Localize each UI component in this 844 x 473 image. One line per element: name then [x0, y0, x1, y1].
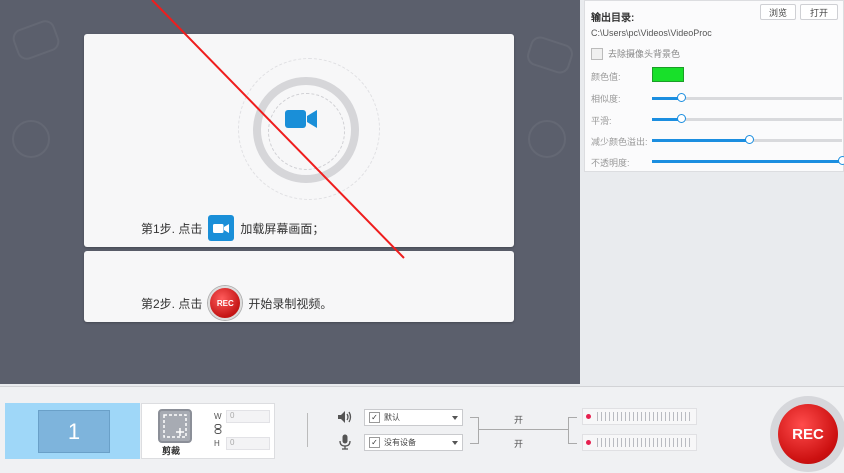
opacity-label: 不透明度: [591, 158, 630, 168]
reduce-color-slider[interactable] [652, 135, 842, 144]
background-decoration [528, 120, 566, 158]
remove-background-checkbox[interactable] [591, 47, 603, 60]
smooth-slider[interactable] [652, 114, 842, 123]
screen-thumbnail[interactable]: 1 [38, 410, 110, 453]
link-icon[interactable] [214, 424, 222, 436]
step-1-instruction: 第1步. 点击 加载屏幕画面； [141, 215, 324, 241]
step-2-prefix: 第2步. 点击 [141, 296, 203, 311]
crop-icon[interactable] [158, 409, 192, 443]
mic-level-dot [586, 440, 591, 445]
screen-selector[interactable]: 1 [5, 403, 140, 459]
open-button[interactable]: 打开 [800, 4, 838, 20]
crop-label: 剪裁 [162, 446, 181, 456]
reduce-color-fill [652, 139, 749, 142]
step-1-prefix: 第1步. 点击 [141, 221, 203, 236]
mic-state[interactable]: 开 [514, 437, 523, 450]
step-2-instruction: 第2步. 点击 REC 开始录制视频。 [141, 286, 332, 320]
load-screen-card[interactable]: 第1步. 点击 加载屏幕画面； [84, 34, 514, 247]
smooth-handle[interactable] [676, 114, 686, 123]
similarity-label: 相似度: [591, 94, 621, 104]
connector-line [478, 429, 568, 430]
height-label: H [214, 439, 220, 448]
audio-state[interactable]: 开 [514, 413, 523, 426]
browse-button[interactable]: 浏览 [760, 4, 796, 20]
output-path: C:\Users\pc\Videos\VideoProc [591, 28, 712, 38]
opacity-slider[interactable] [652, 156, 844, 165]
mic-device-checkbox[interactable]: ✓ [369, 437, 380, 448]
bracket-connector [568, 417, 577, 444]
mic-device-value: 没有设备 [384, 438, 416, 447]
record-button-label[interactable]: REC [778, 404, 838, 464]
audio-level-meter [582, 408, 697, 425]
color-label: 颜色值: [591, 72, 621, 82]
chevron-down-icon [452, 416, 458, 420]
chevron-down-icon [452, 441, 458, 445]
mic-device-select[interactable]: ✓ 没有设备 [364, 434, 463, 451]
video-camera-icon[interactable] [285, 108, 317, 133]
video-camera-icon[interactable] [208, 215, 235, 241]
speaker-icon[interactable] [337, 409, 353, 425]
microphone-icon[interactable] [337, 434, 353, 450]
background-decoration [12, 120, 50, 158]
reduce-color-handle[interactable] [744, 135, 754, 144]
record-button[interactable]: REC [770, 396, 844, 472]
bracket-connector [470, 417, 479, 444]
rec-icon[interactable]: REC [208, 286, 243, 320]
step-1-suffix: 加载屏幕画面； [240, 221, 325, 236]
crop-panel: 剪裁 W 0 H 0 [141, 403, 275, 459]
step-2-suffix: 开始录制视频。 [248, 296, 333, 311]
remove-background-option[interactable]: 去除摄像头背景色 [591, 47, 680, 60]
similarity-slider[interactable] [652, 93, 842, 102]
smooth-label: 平滑: [591, 116, 612, 126]
audio-device-checkbox[interactable]: ✓ [369, 412, 380, 423]
width-label: W [214, 412, 222, 421]
start-recording-card: 第2步. 点击 REC 开始录制视频。 [84, 251, 514, 322]
background-decoration [9, 17, 63, 63]
audio-device-select[interactable]: ✓ 默认 [364, 409, 463, 426]
opacity-handle[interactable] [838, 156, 844, 165]
background-decoration [524, 33, 576, 77]
bottom-toolbar: 1 剪裁 W 0 H 0 ✓ 默认 ✓ 没有设备 开 开 [0, 386, 844, 473]
mic-level-bars [597, 438, 692, 447]
color-swatch[interactable] [652, 67, 684, 82]
audio-level-dot [586, 414, 591, 419]
similarity-handle[interactable] [676, 93, 686, 102]
output-dir-label: 输出目录: [591, 13, 635, 24]
height-field[interactable]: 0 [226, 437, 270, 450]
preview-stage: 第1步. 点击 加载屏幕画面； 第2步. 点击 REC 开始录制视频。 [0, 0, 580, 384]
camera-settings-panel: 输出目录: 浏览 打开 C:\Users\pc\Videos\VideoProc… [584, 0, 844, 172]
audio-device-value: 默认 [384, 413, 400, 422]
toolbar-divider [307, 413, 308, 447]
remove-background-label: 去除摄像头背景色 [608, 49, 681, 59]
audio-level-bars [597, 412, 692, 421]
reduce-color-label: 减少颜色溢出: [591, 137, 648, 147]
mic-level-meter [582, 434, 697, 451]
width-field[interactable]: 0 [226, 410, 270, 423]
opacity-fill [652, 160, 842, 163]
